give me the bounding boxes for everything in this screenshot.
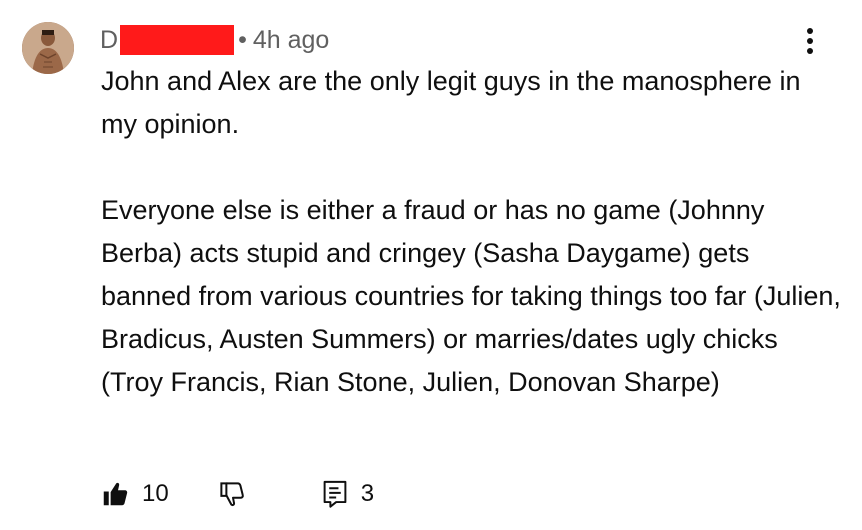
- like-button[interactable]: 10: [100, 479, 169, 509]
- comment-text: John and Alex are the only legit guys in…: [101, 60, 841, 404]
- author-name[interactable]: D: [100, 26, 118, 55]
- reply-count: 3: [360, 480, 375, 507]
- dislike-button[interactable]: [217, 479, 247, 509]
- thumbs-up-filled-icon: [100, 479, 130, 509]
- comment-card: D • 4h ago John and Alex are the only le…: [0, 0, 862, 530]
- redaction-bar: [120, 25, 235, 55]
- separator-dot: •: [238, 25, 247, 54]
- more-dot: [807, 48, 813, 54]
- avatar-image: [22, 22, 74, 74]
- more-vertical-icon[interactable]: [796, 24, 824, 58]
- like-count: 10: [142, 480, 169, 507]
- comment-paragraph: Everyone else is either a fraud or has n…: [101, 195, 841, 397]
- comment-reply-icon: [321, 479, 349, 509]
- timestamp[interactable]: 4h ago: [253, 26, 329, 55]
- more-dot: [807, 38, 813, 44]
- comment-actions: 10 3: [100, 474, 374, 514]
- comment-header: D • 4h ago: [100, 24, 329, 56]
- reply-button[interactable]: 3: [321, 479, 374, 509]
- comment-paragraph: John and Alex are the only legit guys in…: [101, 66, 801, 139]
- more-dot: [807, 28, 813, 34]
- thumbs-down-outline-icon: [217, 479, 247, 509]
- avatar[interactable]: [22, 22, 74, 74]
